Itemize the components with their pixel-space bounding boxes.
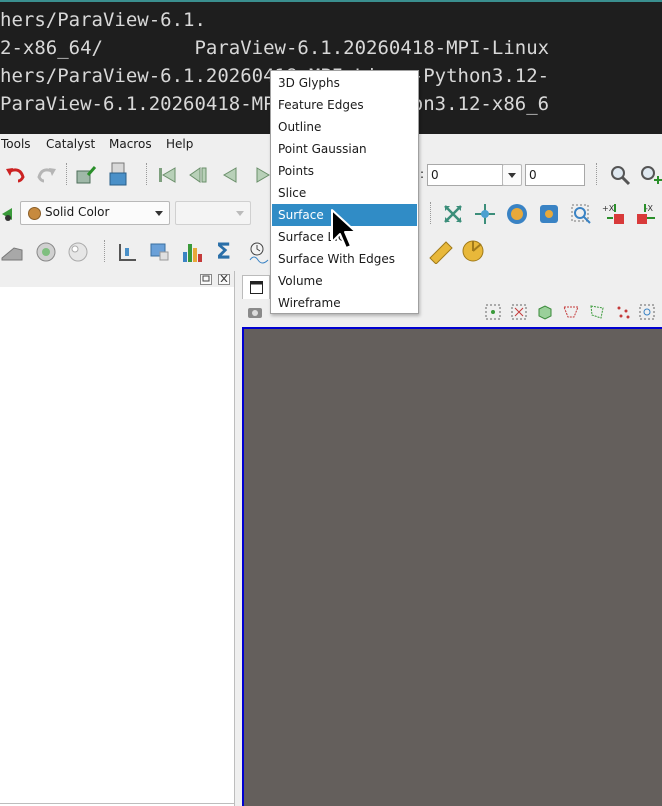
- timestep-spinbox[interactable]: 0: [525, 164, 585, 186]
- reset-camera-icon[interactable]: [441, 202, 465, 226]
- camera-capture-icon[interactable]: [246, 303, 264, 321]
- menu-option-points[interactable]: Points: [272, 160, 417, 182]
- pick-center-icon[interactable]: [537, 202, 561, 226]
- pipeline-browser-header: [0, 271, 234, 287]
- time-label: :: [420, 167, 425, 181]
- toolbar-separator: [146, 163, 147, 185]
- menu-macros[interactable]: Macros: [109, 137, 152, 151]
- svg-text:-X: -X: [645, 204, 653, 213]
- toolbar-separator: [104, 240, 105, 262]
- clip-filter-icon[interactable]: [0, 240, 24, 264]
- representation-dropdown: 3D Glyphs Feature Edges Outline Point Ga…: [270, 70, 419, 314]
- menu-tools[interactable]: Tools: [1, 137, 31, 151]
- undo-icon[interactable]: [4, 165, 26, 185]
- layout-icon: [250, 281, 263, 294]
- time-dropdown[interactable]: [502, 164, 522, 186]
- menu-option-wireframe[interactable]: Wireframe: [272, 292, 417, 314]
- toolbar-separator: [66, 163, 67, 185]
- set-view-plus-x-icon[interactable]: +X: [601, 202, 627, 226]
- previous-frame-icon[interactable]: [188, 165, 210, 185]
- toolbar-separator: [430, 202, 431, 224]
- pipeline-browser-panel[interactable]: [0, 271, 235, 806]
- python-calculator-icon[interactable]: Σ: [214, 238, 238, 264]
- svg-text:+X: +X: [602, 204, 615, 213]
- toolbar-separator: [596, 163, 597, 185]
- mouse-pointer-icon: [331, 209, 357, 249]
- contour-filter-icon[interactable]: [34, 240, 58, 264]
- time-value-field[interactable]: 0: [427, 164, 503, 186]
- menu-option-outline[interactable]: Outline: [272, 116, 417, 138]
- select-polygon-icon[interactable]: [588, 303, 606, 321]
- menu-option-3d-glyphs[interactable]: 3D Glyphs: [272, 72, 417, 94]
- svg-text:Σ: Σ: [216, 240, 231, 264]
- render-view[interactable]: [242, 327, 662, 806]
- select-frustum-icon[interactable]: [562, 303, 580, 321]
- terminal-line-2: 2-x86_64/ ParaView-6.1.20260418-MPI-Linu…: [0, 37, 550, 59]
- select-points-icon[interactable]: [484, 303, 502, 321]
- coloring-select[interactable]: Solid Color: [20, 201, 170, 225]
- zoom-closest-camera-icon[interactable]: [473, 202, 497, 226]
- color-map-icon[interactable]: [0, 204, 18, 224]
- slice-filter-icon[interactable]: [66, 240, 90, 264]
- menu-option-slice[interactable]: Slice: [272, 182, 417, 204]
- protractor-icon[interactable]: [460, 238, 486, 264]
- menu-help[interactable]: Help: [166, 137, 193, 151]
- temporal-filter-icon[interactable]: [248, 240, 272, 264]
- set-view-minus-x-icon[interactable]: -X: [633, 202, 659, 226]
- select-block-icon[interactable]: [536, 303, 554, 321]
- play-backward-icon[interactable]: [220, 165, 242, 185]
- menu-option-point-gaussian[interactable]: Point Gaussian: [272, 138, 417, 160]
- zoom-to-box-icon[interactable]: [569, 202, 593, 226]
- panel-close-button[interactable]: [218, 274, 230, 285]
- coloring-select-value: Solid Color: [45, 205, 110, 219]
- ruler-icon[interactable]: [428, 240, 454, 264]
- first-frame-icon[interactable]: [156, 165, 178, 185]
- zoom-to-data-icon[interactable]: [608, 164, 632, 186]
- menu-option-volume[interactable]: Volume: [272, 270, 417, 292]
- menu-catalyst[interactable]: Catalyst: [46, 137, 95, 151]
- redo-icon[interactable]: [36, 165, 58, 185]
- disconnect-icon[interactable]: [106, 161, 130, 187]
- rotation-center-icon[interactable]: [505, 202, 529, 226]
- panel-bottom-border: [0, 803, 234, 804]
- component-select[interactable]: [175, 201, 251, 225]
- zoom-closest-icon[interactable]: [638, 164, 662, 186]
- hover-select-icon[interactable]: [638, 303, 658, 321]
- menu-option-feature-edges[interactable]: Feature Edges: [272, 94, 417, 116]
- terminal-line-1: hers/ParaView-6.1.: [0, 9, 206, 31]
- tab-layout[interactable]: [242, 275, 270, 300]
- panel-float-button[interactable]: [200, 274, 212, 285]
- connect-icon[interactable]: [74, 163, 98, 187]
- select-cells-icon[interactable]: [510, 303, 528, 321]
- plot-over-line-icon[interactable]: [116, 240, 140, 264]
- histogram-icon[interactable]: [180, 238, 208, 264]
- probe-location-icon[interactable]: [148, 240, 172, 264]
- interactive-select-icon[interactable]: [614, 303, 632, 321]
